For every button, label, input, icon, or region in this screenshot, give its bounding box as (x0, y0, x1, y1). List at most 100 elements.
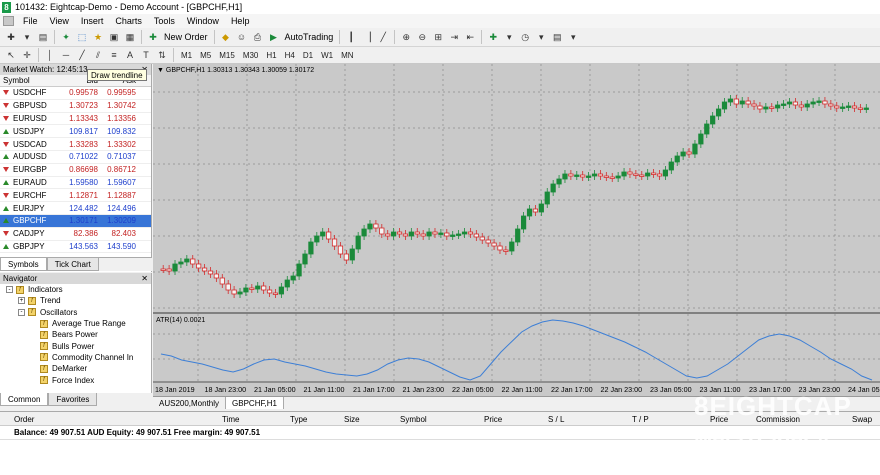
market-watch-row[interactable]: AUDUSD 0.71022 0.71037 (0, 151, 151, 164)
autotrading-button[interactable]: AutoTrading (282, 30, 337, 45)
market-watch-row[interactable]: CADJPY 82.386 82.403 (0, 228, 151, 241)
periods-icon[interactable]: ◷ (518, 30, 532, 44)
tester-icon[interactable]: ▦ (123, 30, 137, 44)
col-price[interactable]: Price (484, 415, 502, 424)
menu-view[interactable]: View (44, 16, 75, 26)
dropdown-icon[interactable]: ▾ (502, 30, 516, 44)
terminal-icon[interactable]: ▣ (107, 30, 121, 44)
timeframe-m15[interactable]: M15 (215, 48, 239, 62)
timeframe-h1[interactable]: H1 (262, 48, 280, 62)
bar-chart-icon[interactable]: ┃ (344, 30, 358, 44)
document-icon[interactable] (3, 16, 14, 26)
col-symbol[interactable]: Symbol (400, 415, 427, 424)
menu-tools[interactable]: Tools (148, 16, 181, 26)
navigator-item[interactable]: + f Trend (0, 295, 151, 306)
dropdown-icon[interactable]: ▾ (20, 30, 34, 44)
market-watch-row[interactable]: EURUSD 1.13343 1.13356 (0, 113, 151, 126)
collapse-icon[interactable]: - (6, 286, 13, 294)
tab-common[interactable]: Common (0, 393, 49, 406)
metaeditor-icon[interactable]: ◆ (219, 30, 233, 44)
col-order[interactable]: Order (14, 415, 34, 424)
market-watch-row[interactable]: EURAUD 1.59580 1.59607 (0, 177, 151, 190)
menu-charts[interactable]: Charts (109, 16, 148, 26)
zoom-in-icon[interactable]: ⊕ (399, 30, 413, 44)
candle-body (473, 233, 479, 238)
market-watch-row[interactable]: EURGBP 0.86698 0.86712 (0, 164, 151, 177)
col-time[interactable]: Time (222, 415, 239, 424)
navigator-item[interactable]: f DeMarker (0, 363, 151, 374)
chart-tab-aus200[interactable]: AUS200,Monthly (153, 397, 227, 409)
market-watch-row[interactable]: USDCHF 0.99578 0.99595 (0, 87, 151, 100)
chart-window[interactable]: ▼ GBPCHF,H1 1.30313 1.30343 1.30059 1.30… (153, 64, 880, 396)
new-chart-icon[interactable]: ✚ (4, 30, 18, 44)
timeframe-m5[interactable]: M5 (196, 48, 215, 62)
text-label-icon[interactable]: T (139, 48, 153, 62)
market-watch-row[interactable]: USDCAD 1.33283 1.33302 (0, 138, 151, 151)
line-chart-icon[interactable]: ╱ (376, 30, 390, 44)
timeframe-w1[interactable]: W1 (317, 48, 337, 62)
autotrading-icon[interactable]: ▶ (267, 30, 281, 44)
user-icon[interactable]: ☺ (235, 30, 249, 44)
tile-windows-icon[interactable]: ⊞ (431, 30, 445, 44)
market-watch-row[interactable]: EURJPY 124.482 124.496 (0, 202, 151, 215)
menu-file[interactable]: File (17, 16, 44, 26)
menu-window[interactable]: Window (181, 16, 225, 26)
navigator-item[interactable]: - f Oscillators (0, 307, 151, 318)
profiles-icon[interactable]: ▤ (36, 30, 50, 44)
channel-icon[interactable]: ⫽ (91, 48, 105, 62)
data-window-icon[interactable]: ⬚ (75, 30, 89, 44)
navigator-item[interactable]: - f Indicators (0, 284, 151, 295)
market-watch-row[interactable]: GBPUSD 1.30723 1.30742 (0, 100, 151, 113)
market-watch-row[interactable]: USDJPY 109.817 109.832 (0, 125, 151, 139)
timeframe-mn[interactable]: MN (337, 48, 357, 62)
chart-tab-gbpchf[interactable]: GBPCHF,H1 (226, 397, 284, 409)
auto-scroll-icon[interactable]: ⇥ (447, 30, 461, 44)
market-watch-row[interactable]: GBPJPY 143.563 143.590 (0, 241, 151, 254)
templates-icon[interactable]: ▤ (550, 30, 564, 44)
zoom-out-icon[interactable]: ⊖ (415, 30, 429, 44)
navigator-item[interactable]: f Bulls Power (0, 340, 151, 351)
timeframe-m1[interactable]: M1 (177, 48, 196, 62)
cursor-icon[interactable]: ↖ (4, 48, 18, 62)
trendline-icon[interactable]: ╱ (75, 48, 89, 62)
col-sl[interactable]: S / L (548, 415, 564, 424)
arrows-icon[interactable]: ⇅ (155, 48, 169, 62)
collapse-icon[interactable]: - (18, 308, 25, 316)
navigator-item[interactable]: f Average True Range (0, 318, 151, 329)
tab-symbols[interactable]: Symbols (0, 258, 47, 271)
col-type[interactable]: Type (290, 415, 307, 424)
new-order-icon[interactable]: ✚ (146, 30, 160, 44)
printer-icon[interactable]: ⎙ (251, 30, 265, 44)
market-watch-row[interactable]: GBPCHF 1.30171 1.30209 (0, 214, 151, 228)
market-watch-icon[interactable]: ✦ (59, 30, 73, 44)
col-tp[interactable]: T / P (632, 415, 649, 424)
menu-help[interactable]: Help (225, 16, 256, 26)
timeframe-h4[interactable]: H4 (281, 48, 299, 62)
col-size[interactable]: Size (344, 415, 360, 424)
menu-insert[interactable]: Insert (75, 16, 110, 26)
tab-favorites[interactable]: Favorites (48, 393, 98, 406)
chart-shift-icon[interactable]: ⇤ (463, 30, 477, 44)
navigator-item[interactable]: f Force Index (0, 374, 151, 385)
indicators-icon[interactable]: ✚ (486, 30, 500, 44)
dropdown-icon[interactable]: ▾ (534, 30, 548, 44)
col-symbol[interactable]: Symbol (0, 76, 62, 85)
navigator-item[interactable]: f Bears Power (0, 329, 151, 340)
crosshair-icon[interactable]: ✛ (20, 48, 34, 62)
market-watch-row[interactable]: EURCHF 1.12871 1.12887 (0, 189, 151, 203)
price-chart[interactable]: ▼ GBPCHF,H1 1.30313 1.30343 1.30059 1.30… (153, 64, 880, 396)
horizontal-line-icon[interactable]: ─ (59, 48, 73, 62)
tab-tick-chart[interactable]: Tick Chart (46, 258, 99, 271)
fibonacci-icon[interactable]: ≡ (107, 48, 121, 62)
timeframe-m30[interactable]: M30 (239, 48, 263, 62)
vertical-line-icon[interactable]: │ (43, 48, 57, 62)
dropdown-icon[interactable]: ▾ (566, 30, 580, 44)
text-icon[interactable]: A (123, 48, 137, 62)
navigator-item[interactable]: f Commodity Channel In (0, 352, 151, 363)
candlestick-icon[interactable]: ▕ (360, 30, 374, 44)
close-icon[interactable]: ✕ (141, 274, 148, 283)
new-order-button[interactable]: New Order (161, 30, 211, 45)
expand-icon[interactable]: + (18, 297, 25, 305)
timeframe-d1[interactable]: D1 (299, 48, 317, 62)
navigator-icon[interactable]: ★ (91, 30, 105, 44)
